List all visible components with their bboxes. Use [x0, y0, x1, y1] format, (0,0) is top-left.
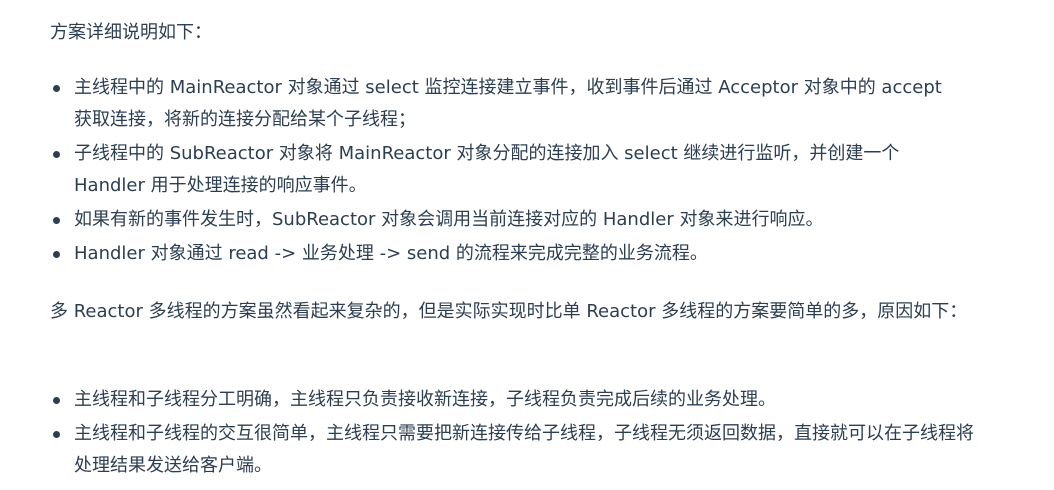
list-item: 子线程中的 SubReactor 对象将 MainReactor 对象分配的连接…: [0, 138, 954, 202]
bullet-icon: [53, 397, 60, 404]
document-body: 方案详细说明如下： 主线程中的 MainReactor 对象通过 select …: [0, 0, 1054, 490]
list-item: 如果有新的事件发生时，SubReactor 对象会调用当前连接对应的 Handl…: [0, 204, 954, 236]
list-item: Handler 对象通过 read -> 业务处理 -> send 的流程来完成…: [0, 238, 954, 270]
list-item-text: 如果有新的事件发生时，SubReactor 对象会调用当前连接对应的 Handl…: [74, 209, 824, 230]
list-item: 主线程和子线程的交互很简单，主线程只需要把新连接传给子线程，子线程无须返回数据，…: [0, 418, 984, 482]
scheme-detail-list: 主线程中的 MainReactor 对象通过 select 监控连接建立事件，收…: [0, 72, 954, 272]
bullet-icon: [53, 431, 60, 438]
list-item: 主线程中的 MainReactor 对象通过 select 监控连接建立事件，收…: [0, 72, 954, 136]
list-item: 主线程和子线程分工明确，主线程只负责接收新连接，子线程负责完成后续的业务处理。: [0, 384, 984, 416]
list-item-text: 主线程和子线程的交互很简单，主线程只需要把新连接传给子线程，子线程无须返回数据，…: [74, 423, 974, 476]
bullet-icon: [53, 85, 60, 92]
bullet-icon: [53, 251, 60, 258]
reasons-list: 主线程和子线程分工明确，主线程只负责接收新连接，子线程负责完成后续的业务处理。 …: [0, 384, 984, 484]
list-item-text: 子线程中的 SubReactor 对象将 MainReactor 对象分配的连接…: [74, 143, 900, 196]
intro-paragraph: 方案详细说明如下：: [50, 22, 212, 43]
summary-paragraph: 多 Reactor 多线程的方案虽然看起来复杂的，但是实际实现时比单 React…: [50, 301, 968, 322]
list-item-text: 主线程和子线程分工明确，主线程只负责接收新连接，子线程负责完成后续的业务处理。: [74, 389, 776, 410]
list-item-text: 主线程中的 MainReactor 对象通过 select 监控连接建立事件，收…: [74, 77, 942, 130]
bullet-icon: [53, 151, 60, 158]
bullet-icon: [53, 217, 60, 224]
list-item-text: Handler 对象通过 read -> 业务处理 -> send 的流程来完成…: [74, 243, 708, 264]
